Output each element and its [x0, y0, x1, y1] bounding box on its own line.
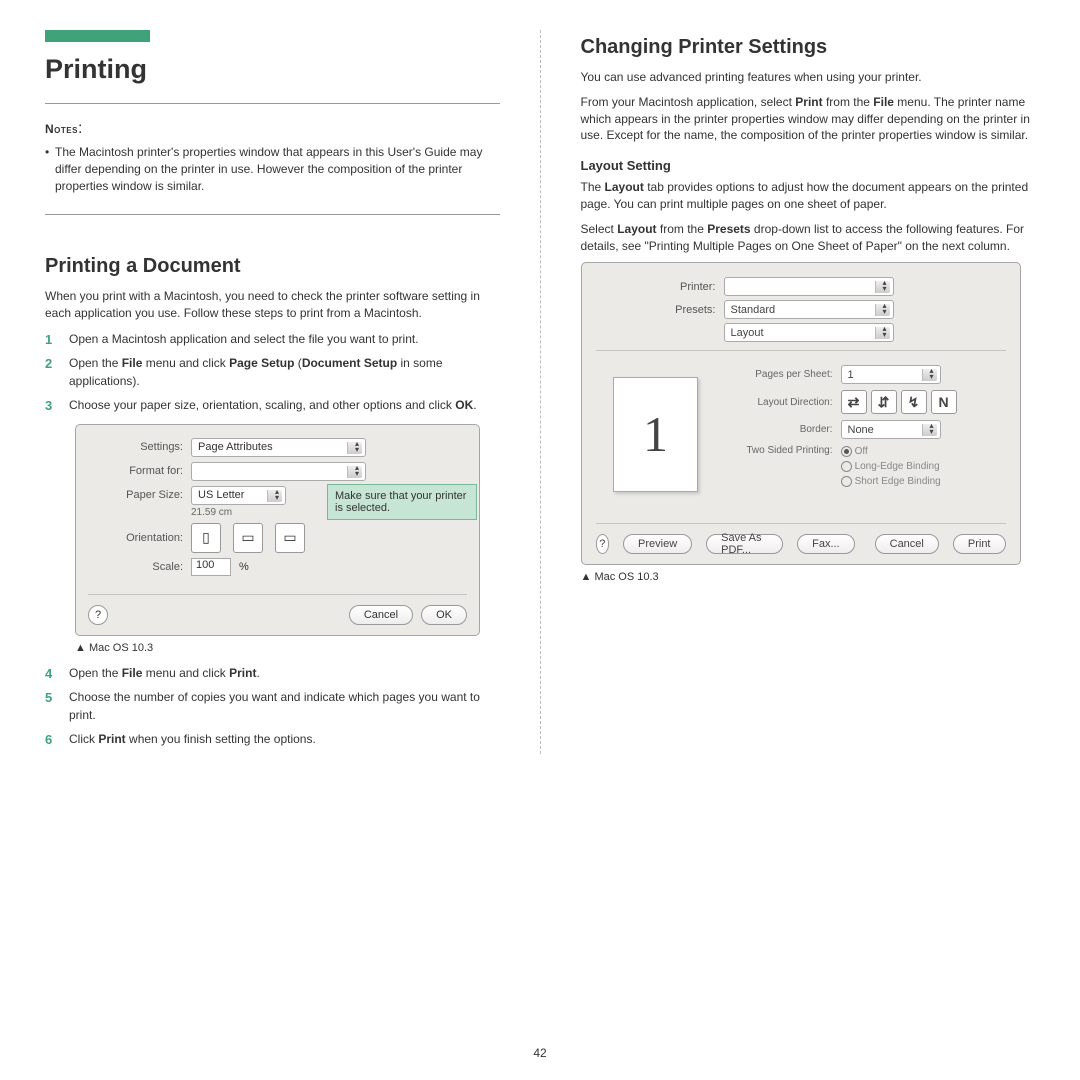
notes-label: Notes — [45, 122, 78, 136]
step-text: Open the File menu and click Page Setup … — [69, 356, 443, 388]
scale-label: Scale: — [88, 561, 183, 573]
presets-select[interactable]: Standard▴▾ — [724, 300, 894, 319]
two-sided-label: Two Sided Printing: — [728, 445, 833, 456]
print-button[interactable]: Print — [953, 534, 1006, 554]
cancel-button[interactable]: Cancel — [875, 534, 939, 554]
paper-size-select[interactable]: US Letter▴▾ — [191, 486, 286, 505]
direction-1-icon[interactable]: ⇄ — [841, 390, 867, 414]
heading-printing-document: Printing a Document — [45, 255, 500, 278]
orientation-landscape-icon[interactable]: ▭ — [233, 523, 263, 553]
direction-4-icon[interactable]: N — [931, 390, 957, 414]
format-for-select[interactable]: ▴▾ — [191, 462, 366, 481]
rule — [45, 214, 500, 215]
cancel-button[interactable]: Cancel — [349, 605, 413, 625]
heading-printing: Printing — [45, 54, 500, 85]
column-divider — [540, 30, 541, 754]
border-label: Border: — [728, 424, 833, 435]
preview-button[interactable]: Preview — [623, 534, 692, 554]
radio-off[interactable] — [841, 446, 852, 457]
orientation-label: Orientation: — [88, 532, 183, 544]
radio-long-edge[interactable] — [841, 461, 852, 472]
paragraph: Select Layout from the Presets drop-down… — [581, 221, 1036, 255]
heading-changing-printer-settings: Changing Printer Settings — [581, 36, 1036, 59]
printer-select[interactable]: ▴▾ — [724, 277, 894, 296]
print-dialog: Printer: ▴▾ Presets: Standard▴▾ . Layout… — [581, 262, 1021, 565]
save-as-pdf-button[interactable]: Save As PDF... — [706, 534, 783, 554]
border-select[interactable]: None▴▾ — [841, 420, 941, 439]
rule — [45, 103, 500, 104]
right-column: Changing Printer Settings You can use ad… — [581, 30, 1036, 754]
paragraph: You can use advanced printing features w… — [581, 69, 1036, 86]
step-text: Choose your paper size, orientation, sca… — [69, 398, 477, 412]
step-text: Open a Macintosh application and select … — [69, 332, 419, 346]
direction-2-icon[interactable]: ⇵ — [871, 390, 897, 414]
scale-unit: % — [239, 561, 249, 573]
paragraph: When you print with a Macintosh, you nee… — [45, 288, 500, 322]
layout-preview: 1 — [596, 359, 716, 509]
steps-list-2: 4 Open the File menu and click Print. 5C… — [45, 664, 500, 748]
step-text: Click Print when you finish setting the … — [69, 732, 316, 746]
settings-label: Settings: — [88, 441, 183, 453]
left-column: Printing Notes: The Macintosh printer's … — [45, 30, 500, 754]
presets-label: Presets: — [596, 304, 716, 316]
callout: Make sure that your printer is selected. — [327, 484, 477, 520]
format-for-label: Format for: — [88, 465, 183, 477]
printer-label: Printer: — [596, 281, 716, 293]
settings-select[interactable]: Page Attributes▴▾ — [191, 438, 366, 457]
scale-input[interactable]: 100 — [191, 558, 231, 576]
steps-list: 1Open a Macintosh application and select… — [45, 330, 500, 414]
help-button[interactable]: ? — [88, 605, 108, 625]
direction-3-icon[interactable]: ↯ — [901, 390, 927, 414]
page-setup-dialog: Settings: Page Attributes▴▾ Format for: … — [75, 424, 500, 636]
notes-body: The Macintosh printer's properties windo… — [45, 144, 500, 194]
orientation-portrait-icon[interactable]: ▯ — [191, 523, 221, 553]
orientation-reverse-landscape-icon[interactable]: ▭ — [275, 523, 305, 553]
figure-caption: Mac OS 10.3 — [75, 642, 500, 654]
layout-direction-group: ⇄ ⇵ ↯ N — [841, 390, 957, 414]
ok-button[interactable]: OK — [421, 605, 467, 625]
paper-size-label: Paper Size: — [88, 489, 183, 501]
figure-caption: Mac OS 10.3 — [581, 571, 1036, 583]
paragraph: From your Macintosh application, select … — [581, 94, 1036, 144]
step-text: Open the File menu and click Print. — [69, 666, 260, 680]
heading-layout-setting: Layout Setting — [581, 158, 1036, 173]
two-sided-group: Off Long-Edge Binding Short Edge Binding — [841, 445, 941, 487]
orientation-group: ▯ ▭ ▭ — [191, 523, 305, 553]
step-text: Choose the number of copies you want and… — [69, 690, 480, 722]
fax-button[interactable]: Fax... — [797, 534, 855, 554]
panel-select[interactable]: Layout▴▾ — [724, 323, 894, 342]
paragraph: The Layout tab provides options to adjus… — [581, 179, 1036, 213]
pages-per-sheet-label: Pages per Sheet: — [728, 369, 833, 380]
accent-bar — [45, 30, 150, 42]
pages-per-sheet-select[interactable]: 1▴▾ — [841, 365, 941, 384]
layout-direction-label: Layout Direction: — [728, 397, 833, 408]
help-button[interactable]: ? — [596, 534, 610, 554]
page-number: 42 — [0, 1046, 1080, 1060]
radio-short-edge[interactable] — [841, 476, 852, 487]
